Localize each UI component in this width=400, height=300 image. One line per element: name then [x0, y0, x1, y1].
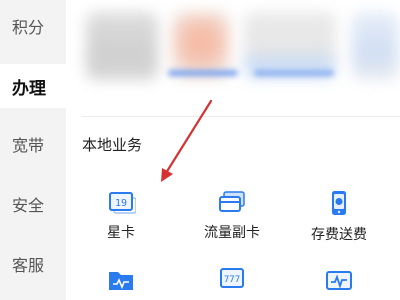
sidebar-item-label: 宽带	[12, 136, 45, 155]
promo-button-blurred	[254, 70, 334, 76]
sidebar-item-service[interactable]: 客服	[0, 244, 66, 284]
number-card-icon: 777	[220, 268, 244, 288]
sidebar-item-label: 客服	[12, 256, 45, 275]
service-label: 星卡	[107, 225, 135, 241]
sidebar-item-broadband[interactable]: 宽带	[0, 124, 66, 164]
deposit-phone-icon	[332, 191, 346, 215]
promo-card-blurred[interactable]	[86, 12, 158, 80]
sidebar-item-security[interactable]: 安全	[0, 184, 66, 224]
sidebar-item-handle[interactable]: 办理	[0, 64, 66, 108]
star-card-icon: 19	[109, 192, 136, 214]
service-signal-card[interactable]	[294, 268, 384, 300]
sidebar-item-label: 办理	[12, 78, 46, 99]
sidebar-item-points[interactable]: 积分	[0, 6, 66, 46]
service-deposit-bonus[interactable]: 存费送费	[294, 190, 384, 244]
service-number-card[interactable]: 777	[187, 266, 277, 300]
service-star-card[interactable]: 19 星卡	[76, 190, 166, 242]
sidebar-item-label: 安全	[12, 196, 45, 215]
promo-banner-strip[interactable]	[86, 12, 398, 80]
divider	[82, 116, 400, 117]
service-folder-item[interactable]	[76, 268, 166, 300]
sidebar: 积分 办理 宽带 安全 客服	[0, 0, 66, 300]
svg-text:19: 19	[115, 198, 127, 209]
svg-text:777: 777	[224, 275, 240, 285]
sidebar-item-label: 积分	[12, 18, 45, 37]
service-label: 流量副卡	[204, 225, 260, 241]
signal-card-icon	[326, 271, 352, 290]
data-sub-card-icon	[219, 191, 245, 212]
section-title: 本地业务	[82, 136, 143, 154]
promo-card-blurred[interactable]	[352, 12, 398, 80]
service-data-sub-card[interactable]: 流量副卡	[187, 190, 277, 242]
service-label: 存费送费	[311, 227, 367, 243]
main-content: 本地业务 19 星卡 流量副卡 存费送费 777	[66, 0, 400, 300]
folder-wave-icon	[109, 272, 133, 290]
promo-button-blurred	[168, 70, 238, 76]
